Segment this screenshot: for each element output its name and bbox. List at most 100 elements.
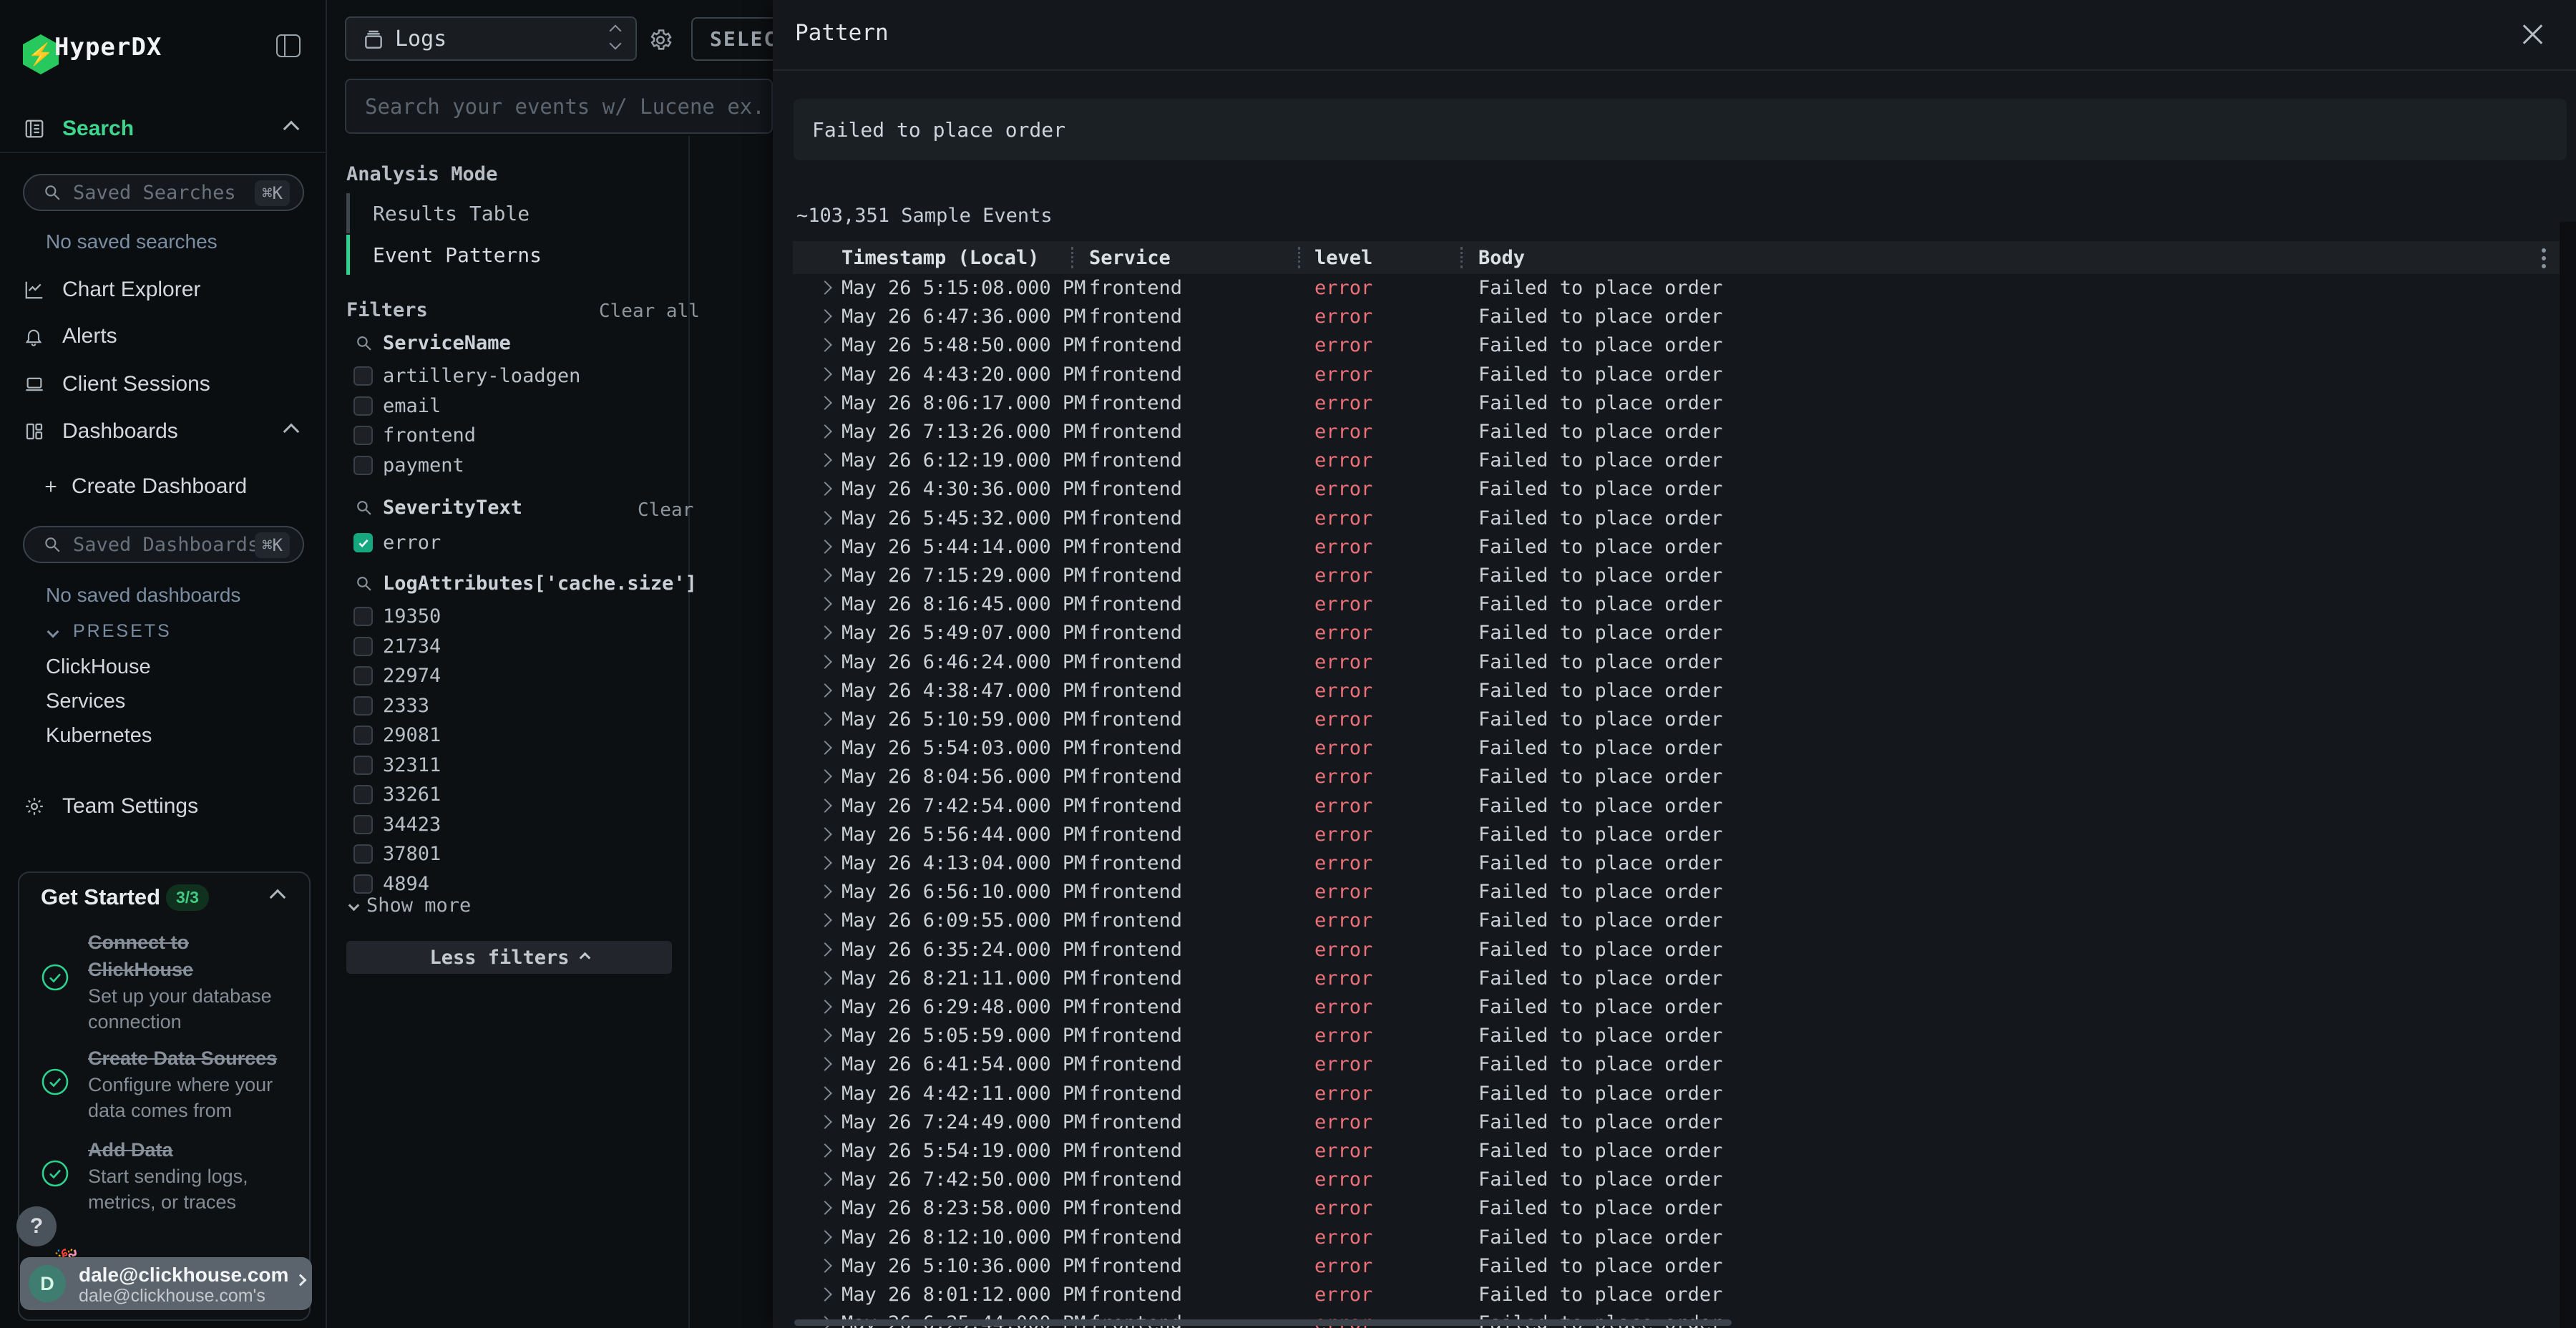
event-row[interactable]: May 26 6:47:36.000 PMfrontenderrorFailed… bbox=[773, 303, 2576, 331]
chevron-right-icon[interactable] bbox=[818, 396, 832, 410]
event-row[interactable]: May 26 5:05:59.000 PMfrontenderrorFailed… bbox=[773, 1022, 2576, 1050]
chevron-right-icon[interactable] bbox=[818, 1287, 832, 1302]
preset-kubernetes[interactable]: Kubernetes bbox=[46, 724, 152, 748]
chevron-right-icon[interactable] bbox=[818, 309, 832, 323]
saved-dashboards-input[interactable]: Saved Dashboards ⌘K bbox=[23, 526, 304, 563]
chevron-right-icon[interactable] bbox=[818, 769, 832, 783]
filter-option[interactable]: 29081 bbox=[353, 721, 441, 750]
filter-option[interactable]: frontend bbox=[353, 421, 476, 450]
search-icon[interactable] bbox=[355, 575, 373, 592]
mode-results-table[interactable]: Results Table bbox=[346, 193, 647, 233]
event-row[interactable]: May 26 4:42:11.000 PMfrontenderrorFailed… bbox=[773, 1080, 2576, 1108]
checkbox[interactable] bbox=[353, 844, 373, 864]
event-row[interactable]: May 26 8:23:58.000 PMfrontenderrorFailed… bbox=[773, 1194, 2576, 1223]
event-row[interactable]: May 26 6:12:19.000 PMfrontenderrorFailed… bbox=[773, 446, 2576, 475]
event-row[interactable]: May 26 6:29:48.000 PMfrontenderrorFailed… bbox=[773, 993, 2576, 1022]
sidebar-item-chart-explorer[interactable]: Chart Explorer bbox=[0, 275, 326, 304]
get-started-item-connect[interactable]: Connect to ClickHouse Set up your databa… bbox=[41, 929, 291, 1035]
chevron-right-icon[interactable] bbox=[818, 1259, 832, 1273]
presets-toggle[interactable]: PRESETS bbox=[49, 621, 172, 642]
chevron-right-icon[interactable] bbox=[818, 338, 832, 352]
chevron-right-icon[interactable] bbox=[818, 482, 832, 496]
chevron-right-icon[interactable] bbox=[818, 511, 832, 525]
chevron-right-icon[interactable] bbox=[818, 367, 832, 381]
event-row[interactable]: May 26 5:10:36.000 PMfrontenderrorFailed… bbox=[773, 1252, 2576, 1281]
event-row[interactable]: May 26 8:01:12.000 PMfrontenderrorFailed… bbox=[773, 1281, 2576, 1309]
chevron-right-icon[interactable] bbox=[818, 1086, 832, 1100]
saved-searches-input[interactable]: Saved Searches ⌘K bbox=[23, 174, 304, 211]
chevron-right-icon[interactable] bbox=[818, 1230, 832, 1244]
event-row[interactable]: May 26 7:42:50.000 PMfrontenderrorFailed… bbox=[773, 1166, 2576, 1194]
event-row[interactable]: May 26 4:30:36.000 PMfrontenderrorFailed… bbox=[773, 475, 2576, 504]
search-icon[interactable] bbox=[355, 334, 373, 352]
filter-option[interactable]: 34423 bbox=[353, 810, 441, 839]
help-button[interactable]: ? bbox=[16, 1206, 57, 1246]
chevron-right-icon[interactable] bbox=[818, 741, 832, 755]
horizontal-scrollbar[interactable] bbox=[794, 1319, 1732, 1326]
less-filters-button[interactable]: Less filters bbox=[346, 941, 672, 974]
event-row[interactable]: May 26 8:04:56.000 PMfrontenderrorFailed… bbox=[773, 763, 2576, 791]
filter-option[interactable]: error bbox=[353, 528, 441, 557]
checkbox-checked[interactable] bbox=[353, 533, 373, 552]
chevron-right-icon[interactable] bbox=[818, 1115, 832, 1129]
checkbox[interactable] bbox=[353, 785, 373, 804]
event-row[interactable]: May 26 5:56:44.000 PMfrontenderrorFailed… bbox=[773, 821, 2576, 849]
mode-event-patterns[interactable]: Event Patterns bbox=[346, 235, 647, 275]
chevron-right-icon[interactable] bbox=[818, 683, 832, 698]
event-row[interactable]: May 26 7:15:29.000 PMfrontenderrorFailed… bbox=[773, 562, 2576, 590]
event-row[interactable]: May 26 8:16:45.000 PMfrontenderrorFailed… bbox=[773, 590, 2576, 619]
sidebar-item-client-sessions[interactable]: Client Sessions bbox=[0, 370, 326, 399]
event-row[interactable]: May 26 4:13:04.000 PMfrontenderrorFailed… bbox=[773, 849, 2576, 878]
event-row[interactable]: May 26 5:54:19.000 PMfrontenderrorFailed… bbox=[773, 1137, 2576, 1166]
filter-option[interactable]: 2333 bbox=[353, 691, 429, 721]
source-select[interactable]: Logs bbox=[345, 16, 637, 61]
event-row[interactable]: May 26 6:56:10.000 PMfrontenderrorFailed… bbox=[773, 878, 2576, 907]
chevron-right-icon[interactable] bbox=[818, 655, 832, 669]
collapse-sidebar-icon[interactable] bbox=[276, 34, 301, 57]
filter-option[interactable]: payment bbox=[353, 451, 464, 480]
event-row[interactable]: May 26 5:45:32.000 PMfrontenderrorFailed… bbox=[773, 504, 2576, 533]
chevron-right-icon[interactable] bbox=[818, 568, 832, 582]
chevron-right-icon[interactable] bbox=[818, 884, 832, 899]
event-row[interactable]: May 26 4:43:20.000 PMfrontenderrorFailed… bbox=[773, 361, 2576, 389]
chevron-right-icon[interactable] bbox=[818, 280, 832, 295]
event-row[interactable]: May 26 8:06:17.000 PMfrontenderrorFailed… bbox=[773, 389, 2576, 418]
chevron-right-icon[interactable] bbox=[818, 827, 832, 841]
chevron-up-icon[interactable] bbox=[283, 424, 300, 440]
get-started-item-sources[interactable]: Create Data Sources Configure where your… bbox=[41, 1045, 291, 1123]
event-row[interactable]: May 26 5:44:14.000 PMfrontenderrorFailed… bbox=[773, 533, 2576, 562]
event-row[interactable]: May 26 6:09:55.000 PMfrontenderrorFailed… bbox=[773, 907, 2576, 935]
chevron-right-icon[interactable] bbox=[818, 453, 832, 467]
filter-option[interactable]: email bbox=[353, 391, 441, 421]
checkbox[interactable] bbox=[353, 396, 373, 416]
checkbox[interactable] bbox=[353, 666, 373, 685]
chevron-right-icon[interactable] bbox=[818, 424, 832, 439]
event-row[interactable]: May 26 8:21:11.000 PMfrontenderrorFailed… bbox=[773, 965, 2576, 993]
chevron-right-icon[interactable] bbox=[818, 1172, 832, 1186]
checkbox[interactable] bbox=[353, 726, 373, 745]
chevron-right-icon[interactable] bbox=[818, 971, 832, 985]
chevron-right-icon[interactable] bbox=[818, 1000, 832, 1014]
create-dashboard-button[interactable]: Create Dashboard bbox=[0, 472, 326, 501]
filter-option[interactable]: 19350 bbox=[353, 602, 441, 631]
chevron-right-icon[interactable] bbox=[818, 1028, 832, 1043]
chevron-right-icon[interactable] bbox=[818, 1057, 832, 1071]
chevron-right-icon[interactable] bbox=[818, 1143, 832, 1158]
checkbox[interactable] bbox=[353, 637, 373, 656]
sidebar-item-alerts[interactable]: Alerts bbox=[0, 322, 326, 351]
chevron-up-icon[interactable] bbox=[283, 121, 300, 137]
sidebar-item-team-settings[interactable]: Team Settings bbox=[0, 792, 326, 821]
filter-option[interactable]: 21734 bbox=[353, 632, 441, 661]
chevron-right-icon[interactable] bbox=[818, 942, 832, 957]
chevron-right-icon[interactable] bbox=[818, 625, 832, 640]
chevron-right-icon[interactable] bbox=[818, 597, 832, 611]
checkbox[interactable] bbox=[353, 456, 373, 475]
filter-option[interactable]: 37801 bbox=[353, 839, 441, 869]
checkbox[interactable] bbox=[353, 366, 373, 386]
event-row[interactable]: May 26 7:13:26.000 PMfrontenderrorFailed… bbox=[773, 418, 2576, 446]
filter-option[interactable]: 32311 bbox=[353, 751, 441, 780]
checkbox[interactable] bbox=[353, 607, 373, 626]
preset-clickhouse[interactable]: ClickHouse bbox=[46, 655, 151, 679]
filter-option[interactable]: 33261 bbox=[353, 780, 441, 809]
checkbox[interactable] bbox=[353, 426, 373, 445]
